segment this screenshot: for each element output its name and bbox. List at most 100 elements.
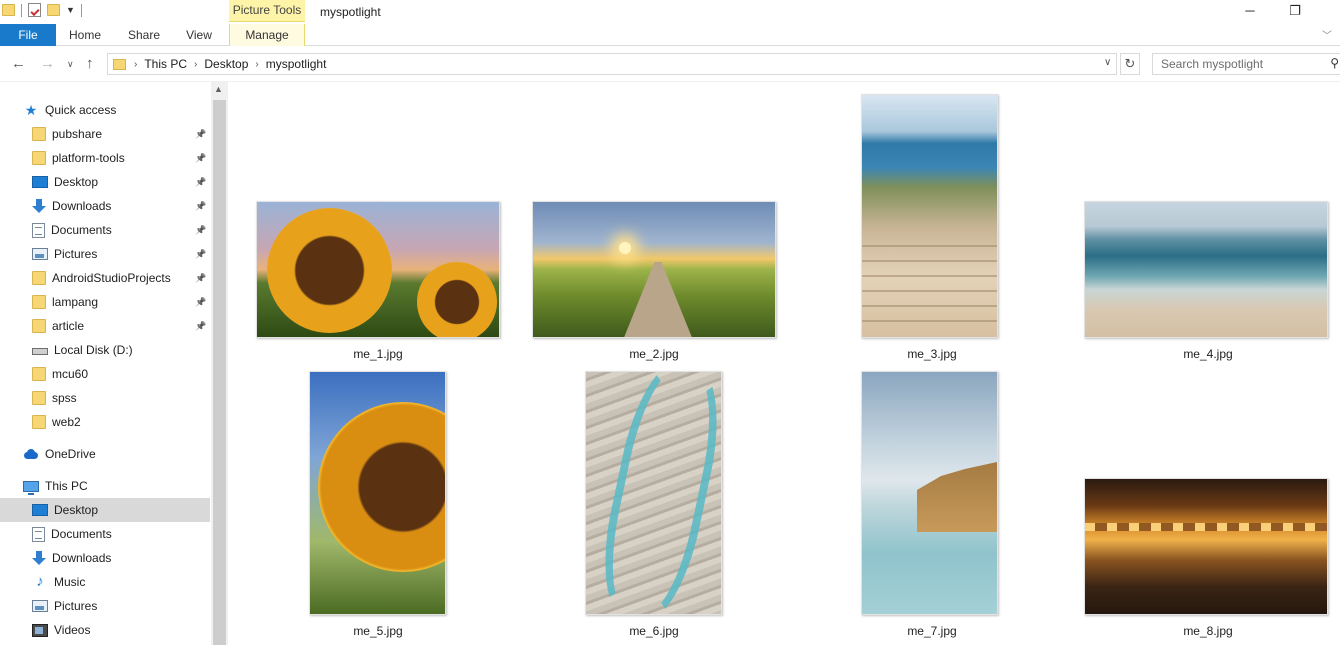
- thumbnail-me-8[interactable]: [1084, 478, 1328, 615]
- pin-icon[interactable]: 📌: [195, 249, 206, 260]
- folder-icon: [32, 367, 46, 381]
- nav-item-label: AndroidStudioProjects: [52, 271, 171, 285]
- thumbnail-me-2[interactable]: [532, 201, 776, 338]
- pin-icon[interactable]: 📌: [195, 201, 206, 212]
- nav-item-label: Documents: [51, 527, 112, 541]
- nav-item-web2[interactable]: web2: [0, 410, 210, 434]
- pin-icon[interactable]: 📌: [195, 273, 206, 284]
- tab-view[interactable]: View: [176, 24, 222, 46]
- nav-item-documents[interactable]: Documents: [0, 522, 210, 546]
- nav-item-desktop[interactable]: Desktop: [0, 498, 210, 522]
- downloads-icon: [32, 199, 46, 213]
- nav-item-label: lampang: [52, 295, 99, 309]
- nav-item-this-pc[interactable]: This PC: [0, 474, 210, 498]
- forward-icon[interactable]: →: [40, 55, 55, 72]
- nav-item-label: Quick access: [45, 103, 117, 117]
- breadcrumb-this-pc[interactable]: This PC: [144, 57, 187, 71]
- file-name[interactable]: me_4.jpg: [1138, 347, 1278, 361]
- search-input[interactable]: [1153, 54, 1313, 74]
- nav-item-downloads[interactable]: Downloads: [0, 546, 210, 570]
- documents-icon: [32, 222, 45, 238]
- nav-item-androidstudioprojects[interactable]: AndroidStudioProjects 📌: [0, 266, 210, 290]
- pin-icon[interactable]: 📌: [195, 297, 206, 308]
- file-name[interactable]: me_5.jpg: [308, 624, 448, 638]
- videos-icon: [32, 623, 48, 637]
- thumbnail-me-3[interactable]: [861, 94, 998, 338]
- up-icon[interactable]: ↑: [86, 55, 94, 72]
- file-name[interactable]: me_8.jpg: [1138, 624, 1278, 638]
- nav-item-pictures[interactable]: Pictures 📌: [0, 242, 210, 266]
- nav-item-pubshare[interactable]: pubshare 📌: [0, 122, 210, 146]
- nav-item-documents[interactable]: Documents 📌: [0, 218, 210, 242]
- nav-item-pictures[interactable]: Pictures: [0, 594, 210, 618]
- star-icon: ★: [24, 102, 38, 118]
- nav-item-onedrive[interactable]: OneDrive: [0, 442, 210, 466]
- pin-icon[interactable]: 📌: [195, 225, 206, 236]
- tab-share[interactable]: Share: [118, 24, 170, 46]
- thumbnail-me-5[interactable]: [309, 371, 446, 615]
- chevron-right-icon[interactable]: ›: [194, 59, 197, 70]
- new-folder-icon[interactable]: [47, 4, 60, 16]
- nav-item-label: article: [52, 319, 85, 333]
- scroll-up-icon[interactable]: ▲: [214, 84, 223, 94]
- nav-item-desktop[interactable]: Desktop 📌: [0, 170, 210, 194]
- address-row: ← → ∨ ↑ › This PC › Desktop › myspotligh…: [0, 46, 1340, 82]
- nav-item-platform-tools[interactable]: platform-tools 📌: [0, 146, 210, 170]
- file-name[interactable]: me_3.jpg: [862, 347, 1002, 361]
- minimize-button[interactable]: ─: [1227, 0, 1273, 24]
- tab-file[interactable]: File: [0, 24, 56, 46]
- pin-icon[interactable]: 📌: [195, 177, 206, 188]
- scrollbar-thumb[interactable]: [213, 100, 226, 645]
- chevron-right-icon[interactable]: ›: [255, 59, 258, 70]
- pin-icon[interactable]: 📌: [195, 153, 206, 164]
- nav-item-quick-access[interactable]: ★ Quick access: [0, 98, 210, 122]
- file-name[interactable]: me_2.jpg: [584, 347, 724, 361]
- file-name[interactable]: me_7.jpg: [862, 624, 1002, 638]
- thumbnail-me-7[interactable]: [861, 371, 998, 615]
- picture-tools-label: Picture Tools: [229, 0, 305, 22]
- nav-item-videos[interactable]: Videos: [0, 618, 210, 642]
- divider: [21, 3, 22, 17]
- desktop-icon: [32, 176, 48, 188]
- nav-item-article[interactable]: article 📌: [0, 314, 210, 338]
- tab-manage[interactable]: Manage: [229, 24, 305, 46]
- back-icon[interactable]: ←: [11, 55, 26, 72]
- nav-scrollbar[interactable]: ▲: [211, 82, 228, 645]
- folder-icon: [32, 319, 46, 333]
- nav-item-spss[interactable]: spss: [0, 386, 210, 410]
- pin-icon[interactable]: 📌: [195, 321, 206, 332]
- folder-icon[interactable]: [2, 4, 15, 16]
- thumbnail-me-1[interactable]: [256, 201, 500, 338]
- nav-item-label: spss: [52, 391, 77, 405]
- thumbnail-me-4[interactable]: [1084, 201, 1328, 338]
- properties-icon[interactable]: [28, 3, 41, 17]
- tab-home[interactable]: Home: [60, 24, 110, 46]
- chevron-right-icon[interactable]: ›: [134, 59, 137, 70]
- customize-toolbar-icon[interactable]: ▼: [66, 5, 75, 15]
- nav-item-downloads[interactable]: Downloads 📌: [0, 194, 210, 218]
- nav-item-local-disk-d[interactable]: Local Disk (D:): [0, 338, 210, 362]
- restore-button[interactable]: ❐: [1272, 0, 1318, 24]
- file-name[interactable]: me_1.jpg: [308, 347, 448, 361]
- thumbnail-me-6[interactable]: [585, 371, 722, 615]
- nav-item-label: Videos: [54, 623, 91, 637]
- refresh-button[interactable]: ↻: [1120, 53, 1140, 75]
- quick-access-toolbar: ▼: [2, 3, 82, 17]
- breadcrumb-myspotlight[interactable]: myspotlight: [266, 57, 327, 71]
- disk-icon: [32, 348, 48, 355]
- search-icon[interactable]: ⚲: [1330, 56, 1339, 70]
- nav-item-lampang[interactable]: lampang 📌: [0, 290, 210, 314]
- pin-icon[interactable]: 📌: [195, 129, 206, 140]
- nav-item-label: Music: [54, 575, 86, 589]
- address-bar[interactable]: › This PC › Desktop › myspotlight ∨: [107, 53, 1117, 75]
- downloads-icon: [32, 551, 46, 565]
- recent-locations-icon[interactable]: ∨: [67, 59, 74, 70]
- expand-ribbon-icon[interactable]: ﹀: [1322, 27, 1332, 42]
- nav-item-label: Downloads: [52, 199, 112, 213]
- address-dropdown-icon[interactable]: ∨: [1104, 57, 1111, 68]
- file-name[interactable]: me_6.jpg: [584, 624, 724, 638]
- nav-item-music[interactable]: ♪ Music: [0, 570, 210, 594]
- breadcrumb-desktop[interactable]: Desktop: [204, 57, 248, 71]
- nav-item-mcu60[interactable]: mcu60: [0, 362, 210, 386]
- nav-item-label: Downloads: [52, 551, 112, 565]
